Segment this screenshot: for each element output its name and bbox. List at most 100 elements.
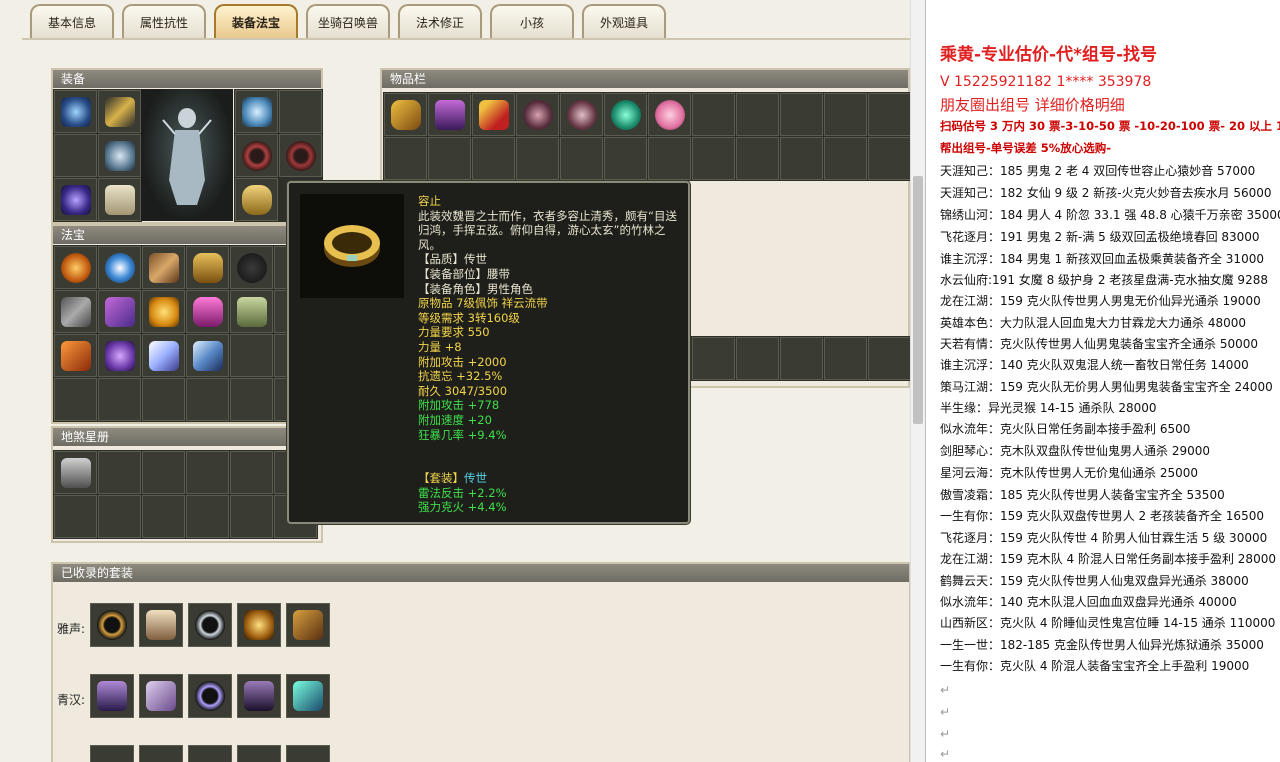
- inventory-slot-empty[interactable]: [736, 337, 779, 380]
- set-item[interactable]: [188, 603, 232, 647]
- set-item[interactable]: [139, 674, 183, 718]
- inventory-slot-empty[interactable]: [868, 137, 910, 180]
- inventory-slot[interactable]: [428, 93, 471, 136]
- equipment-grid-left: [53, 89, 142, 222]
- equip-slot[interactable]: [98, 178, 141, 221]
- tab-equipment-fabao[interactable]: 装备法宝: [214, 4, 298, 38]
- inventory-slot-empty[interactable]: [384, 137, 427, 180]
- inventory-slot[interactable]: [648, 93, 691, 136]
- fabao-slot[interactable]: [142, 290, 185, 333]
- tab-mounts-pets[interactable]: 坐骑召唤兽: [306, 4, 390, 38]
- inventory-slot-empty[interactable]: [824, 93, 867, 136]
- inventory-slot-empty[interactable]: [604, 137, 647, 180]
- fabao-slot[interactable]: [186, 246, 229, 289]
- inventory-slot-empty[interactable]: [736, 137, 779, 180]
- equip-slot[interactable]: [235, 134, 278, 177]
- tab-spell-mods[interactable]: 法术修正: [398, 4, 482, 38]
- star-slot-empty[interactable]: [142, 451, 185, 494]
- star-slot[interactable]: [54, 451, 97, 494]
- inventory-slot-empty[interactable]: [868, 93, 910, 136]
- fabao-slot[interactable]: [230, 246, 273, 289]
- set-item[interactable]: [90, 745, 134, 762]
- equip-slot[interactable]: [98, 134, 141, 177]
- inventory-slot-empty[interactable]: [692, 337, 735, 380]
- set-item[interactable]: [286, 603, 330, 647]
- inventory-slot-empty[interactable]: [648, 137, 691, 180]
- fabao-slot-empty[interactable]: [230, 378, 273, 421]
- star-slot-empty[interactable]: [142, 495, 185, 538]
- star-slot-empty[interactable]: [186, 451, 229, 494]
- fabao-slot[interactable]: [98, 246, 141, 289]
- fabao-slot[interactable]: [186, 290, 229, 333]
- set-item[interactable]: [90, 674, 134, 718]
- listing-line: 一生有你：克火队 4 阶混人装备宝宝齐全上手盈利 19000: [940, 659, 1250, 673]
- equip-slot-belt[interactable]: [235, 178, 278, 221]
- fabao-slot[interactable]: [54, 246, 97, 289]
- equip-slot-empty[interactable]: [279, 90, 322, 133]
- tab-appearance[interactable]: 外观道具: [582, 4, 666, 38]
- fabao-slot[interactable]: [98, 334, 141, 377]
- inventory-slot[interactable]: [384, 93, 427, 136]
- tab-children[interactable]: 小孩: [490, 4, 574, 38]
- star-slot-empty[interactable]: [98, 451, 141, 494]
- equip-slot-empty[interactable]: [54, 134, 97, 177]
- set-item[interactable]: [286, 745, 330, 762]
- star-slot-empty[interactable]: [186, 495, 229, 538]
- equip-slot[interactable]: [279, 134, 322, 177]
- set-item[interactable]: [188, 674, 232, 718]
- inventory-slot-empty[interactable]: [736, 93, 779, 136]
- set-item[interactable]: [286, 674, 330, 718]
- equip-slot[interactable]: [54, 178, 97, 221]
- set-item[interactable]: [237, 745, 281, 762]
- star-slot-empty[interactable]: [230, 451, 273, 494]
- star-slot-empty[interactable]: [230, 495, 273, 538]
- inventory-slot-empty[interactable]: [780, 337, 823, 380]
- inventory-slot-empty[interactable]: [824, 137, 867, 180]
- equip-slot[interactable]: [98, 90, 141, 133]
- fabao-slot-empty[interactable]: [98, 378, 141, 421]
- game-scrollbar[interactable]: [910, 0, 925, 762]
- fabao-slot-empty[interactable]: [142, 378, 185, 421]
- inventory-slot-empty[interactable]: [692, 93, 735, 136]
- tab-basic-info[interactable]: 基本信息: [30, 4, 114, 38]
- star-slot-empty[interactable]: [54, 495, 97, 538]
- inventory-slot[interactable]: [560, 93, 603, 136]
- inventory-slot[interactable]: [472, 93, 515, 136]
- inventory-slot[interactable]: [604, 93, 647, 136]
- fabao-slot-empty[interactable]: [186, 378, 229, 421]
- inventory-slot-empty[interactable]: [780, 93, 823, 136]
- fabao-slot[interactable]: [142, 334, 185, 377]
- doc-phone: V 15225921182 1**** 353978: [940, 74, 1152, 90]
- listing-line: 飞花逐月：159 克火队传世 4 阶男人仙甘霖生活 5 级 30000: [940, 531, 1268, 545]
- fabao-slot[interactable]: [186, 334, 229, 377]
- inventory-slot-empty[interactable]: [516, 137, 559, 180]
- inventory-slot-empty[interactable]: [428, 137, 471, 180]
- inventory-slot-empty[interactable]: [560, 137, 603, 180]
- fabao-slot-empty[interactable]: [230, 334, 273, 377]
- equip-slot[interactable]: [54, 90, 97, 133]
- inventory-slot-empty[interactable]: [824, 337, 867, 380]
- fabao-slot[interactable]: [142, 246, 185, 289]
- heart-icon: [654, 99, 685, 130]
- scrollbar-thumb[interactable]: [913, 176, 923, 424]
- fabao-slot-empty[interactable]: [54, 378, 97, 421]
- inventory-slot-empty[interactable]: [780, 137, 823, 180]
- inventory-slot[interactable]: [516, 93, 559, 136]
- equip-slot[interactable]: [235, 90, 278, 133]
- set-item[interactable]: [90, 603, 134, 647]
- inventory-slot-empty[interactable]: [692, 137, 735, 180]
- orb-icon: [60, 184, 91, 215]
- set-item[interactable]: [188, 745, 232, 762]
- set-item[interactable]: [139, 603, 183, 647]
- set-item[interactable]: [237, 674, 281, 718]
- set-item[interactable]: [139, 745, 183, 762]
- fabao-slot[interactable]: [230, 290, 273, 333]
- inventory-slot-empty[interactable]: [868, 337, 910, 380]
- fabao-slot[interactable]: [54, 290, 97, 333]
- tab-attributes[interactable]: 属性抗性: [122, 4, 206, 38]
- inventory-slot-empty[interactable]: [472, 137, 515, 180]
- star-slot-empty[interactable]: [98, 495, 141, 538]
- fabao-slot[interactable]: [54, 334, 97, 377]
- set-item[interactable]: [237, 603, 281, 647]
- fabao-slot[interactable]: [98, 290, 141, 333]
